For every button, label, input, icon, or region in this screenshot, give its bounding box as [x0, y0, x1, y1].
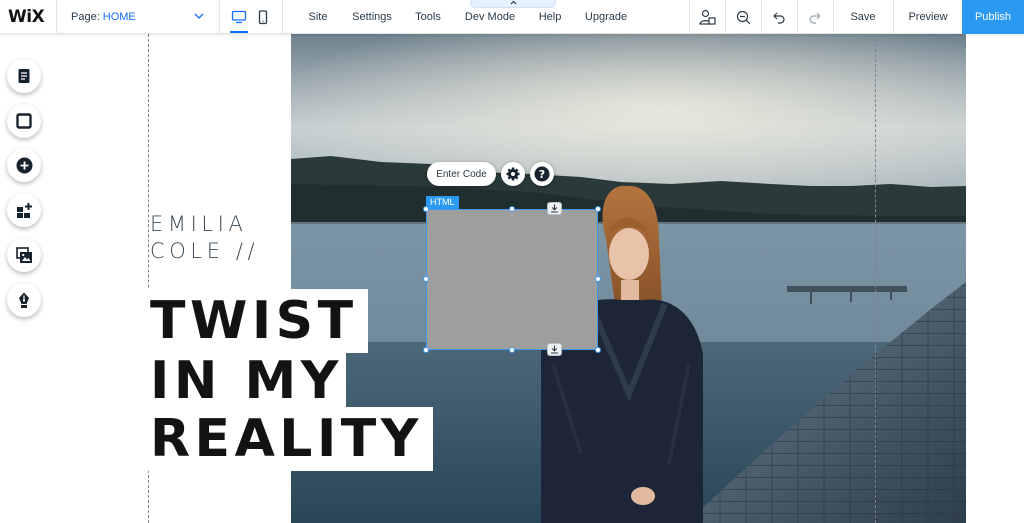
undo-button[interactable]	[762, 0, 796, 34]
menu-dev-mode[interactable]: Dev Mode	[462, 0, 518, 34]
app-market-icon	[16, 202, 32, 218]
background-button[interactable]	[7, 104, 41, 138]
settings-button[interactable]	[501, 162, 525, 186]
resize-handle-left[interactable]	[423, 276, 429, 282]
stretch-handle-top[interactable]	[547, 202, 562, 215]
page-selector-value: HOME	[102, 11, 136, 23]
divider	[219, 0, 220, 34]
svg-text:?: ?	[539, 168, 545, 181]
save-button[interactable]: Save	[834, 0, 892, 34]
divider	[282, 0, 283, 34]
resize-handle-top[interactable]	[509, 206, 515, 212]
pages-icon	[18, 69, 30, 83]
gear-icon	[506, 167, 520, 181]
menu-tools[interactable]: Tools	[411, 0, 445, 34]
subtitle-line-2[interactable]: COLE //	[150, 239, 259, 263]
chevron-down-icon	[194, 13, 204, 19]
menu-help[interactable]: Help	[533, 0, 567, 34]
app-market-button[interactable]	[7, 193, 41, 227]
collaborators-button[interactable]	[690, 0, 724, 34]
resize-handle-bottom[interactable]	[509, 347, 515, 353]
media-button[interactable]	[7, 238, 41, 272]
desktop-icon	[231, 10, 247, 24]
editor-canvas[interactable]: EMILIA COLE // TWIST IN MY REALITY Enter…	[0, 34, 1024, 523]
mobile-icon	[258, 9, 268, 24]
background-icon	[16, 113, 32, 129]
menu-upgrade[interactable]: Upgrade	[582, 0, 630, 34]
publish-button[interactable]: Publish	[962, 0, 1024, 34]
title-line-2[interactable]: IN MY	[148, 349, 346, 413]
resize-handle-bottom-right[interactable]	[595, 347, 601, 353]
help-button[interactable]: ?	[530, 162, 554, 186]
page-selector-label: Page:	[71, 11, 100, 23]
desktop-view-button[interactable]	[230, 0, 248, 34]
pages-button[interactable]	[7, 59, 41, 93]
redo-icon	[809, 12, 821, 24]
resize-handle-bottom-left[interactable]	[423, 347, 429, 353]
preview-button[interactable]: Preview	[894, 0, 962, 34]
title-line-1[interactable]: TWIST	[148, 289, 368, 353]
help-icon: ?	[534, 166, 550, 182]
media-icon	[15, 246, 32, 263]
mobile-view-button[interactable]	[254, 0, 272, 34]
wix-logo: WiX	[8, 7, 45, 27]
html-embed-component[interactable]	[426, 209, 598, 350]
menu-site[interactable]: Site	[300, 0, 336, 34]
resize-handle-right[interactable]	[595, 276, 601, 282]
zoom-out-button[interactable]	[726, 0, 760, 34]
page-selector[interactable]: Page: HOME	[71, 0, 221, 34]
zoom-out-icon	[736, 10, 750, 24]
title-line-3[interactable]: REALITY	[148, 407, 433, 471]
person-icon	[698, 9, 716, 25]
download-icon	[551, 204, 558, 213]
undo-icon	[773, 12, 785, 24]
enter-code-button[interactable]: Enter Code	[427, 162, 496, 186]
editor-top-bar: WiX Page: HOME Site Settings Tools Dev M…	[0, 0, 1024, 34]
resize-handle-top-left[interactable]	[423, 206, 429, 212]
stretch-handle-bottom[interactable]	[547, 343, 562, 356]
menu-settings[interactable]: Settings	[349, 0, 395, 34]
blog-pen-icon	[19, 292, 29, 308]
divider	[56, 0, 57, 34]
resize-handle-top-right[interactable]	[595, 206, 601, 212]
download-icon	[551, 345, 558, 354]
subtitle-line-1[interactable]: EMILIA	[150, 212, 247, 236]
active-view-indicator	[230, 31, 248, 33]
redo-button[interactable]	[798, 0, 832, 34]
blog-button[interactable]	[7, 283, 41, 317]
add-button[interactable]	[7, 148, 41, 182]
html-component-tag: HTML	[426, 196, 459, 209]
right-guide-line	[875, 34, 876, 523]
add-icon	[16, 157, 32, 173]
